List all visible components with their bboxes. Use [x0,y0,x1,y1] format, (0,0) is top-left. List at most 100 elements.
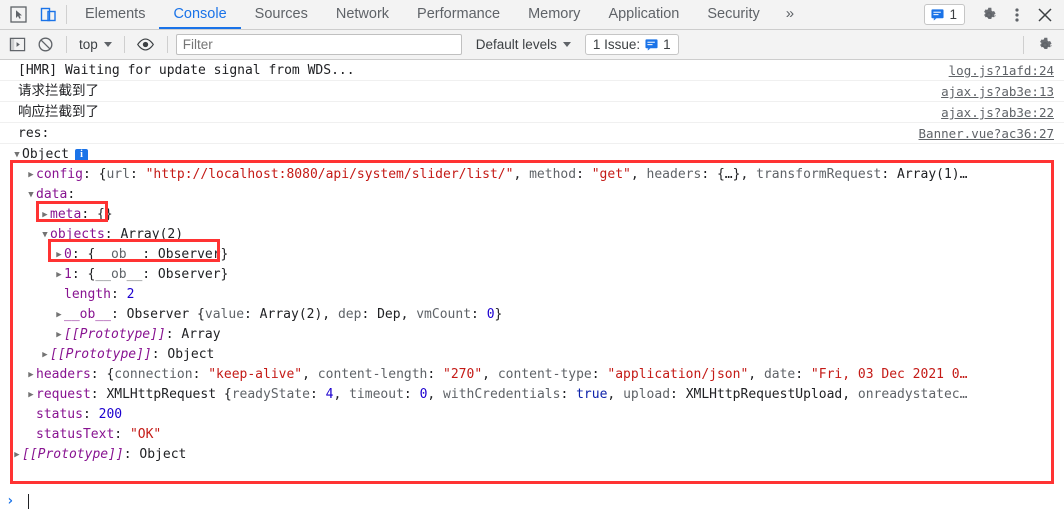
tab-elements[interactable]: Elements [71,0,159,29]
object-tree-line[interactable]: 0: {__ob__: Observer} [0,245,1064,265]
console-source-link[interactable]: ajax.js?ab3e:22 [941,104,1064,121]
log-levels-selector[interactable]: Default levels [476,37,571,52]
filter-input[interactable] [175,34,462,55]
object-tree-token: __ob__ [64,307,111,322]
object-tree-token: : [309,387,326,402]
object-tree-token: readyState [231,387,310,402]
triangle-down-icon[interactable] [40,225,50,245]
tabbar-left-icons [0,0,64,29]
device-toolbar-icon[interactable] [38,5,58,25]
close-icon[interactable] [1032,2,1058,28]
chevron-down-icon [562,42,571,47]
text-cursor [28,493,30,509]
issues-counter-chip[interactable]: 1 [924,4,965,25]
console-message-text: 响应拦截到了 [18,104,99,120]
kebab-menu-icon[interactable] [1004,2,1030,28]
object-tree-token: : Dep, [361,307,417,322]
object-tree-line[interactable]: length: 2 [0,285,1064,305]
more-tabs-chevron-icon[interactable]: » [774,0,806,29]
clear-console-icon[interactable] [32,32,58,58]
object-tree-token: content-length [317,367,428,382]
object-tree-line[interactable]: data: [0,185,1064,205]
console-output[interactable]: [HMR] Waiting for update signal from WDS… [0,60,1064,465]
triangle-right-icon[interactable] [54,325,64,345]
console-message-text: [HMR] Waiting for update signal from WDS… [18,63,355,78]
toolbar-divider-3 [166,36,168,53]
object-tree-line[interactable]: status: 200 [0,405,1064,425]
tab-sources[interactable]: Sources [241,0,322,29]
tab-console[interactable]: Console [159,0,241,29]
object-tree-token: Object [22,147,69,162]
object-tree-line[interactable]: objects: Array(2) [0,225,1064,245]
object-tree-token: : [591,367,608,382]
triangle-right-icon[interactable] [54,265,64,285]
console-prompt[interactable]: › [0,487,1064,515]
execution-context-label: top [79,37,98,52]
triangle-right-icon[interactable] [54,305,64,325]
object-tree-token: "Fri, 03 Dec 2021 0… [810,367,968,382]
console-sidebar-icon[interactable] [4,32,30,58]
chevron-down-icon [103,42,112,47]
devtools-tabbar: Elements Console Sources Network Perform… [0,0,1064,30]
triangle-right-icon[interactable] [12,445,22,465]
object-tree-token: , [630,167,647,182]
object-tree-line[interactable]: [[Prototype]]: Object [0,345,1064,365]
triangle-right-icon[interactable] [40,205,50,225]
object-tree-token: , [333,387,350,402]
execution-context-selector[interactable]: top [75,37,116,52]
object-tree-token: : { [90,367,115,382]
triangle-down-icon[interactable] [26,185,36,205]
triangle-right-icon[interactable] [26,385,36,405]
object-tree-line[interactable]: headers: {connection: "keep-alive", cont… [0,365,1064,385]
object-tree-line[interactable]: meta: {} [0,205,1064,225]
toolbar-divider-4 [1023,35,1024,54]
triangle-down-icon[interactable] [12,145,22,165]
object-tree-token: config [36,167,83,182]
object-tree-line[interactable]: [[Prototype]]: Array [0,325,1064,345]
object-tree-token: : Object [151,347,215,362]
gear-icon[interactable] [1032,32,1058,58]
triangle-right-icon[interactable] [26,365,36,385]
object-tree-line[interactable]: request: XMLHttpRequest {readyState: 4, … [0,385,1064,405]
object-tree-token: objects [50,227,105,242]
console-source-link[interactable]: log.js?1afd:24 [949,62,1064,79]
issues-toolbar-chip[interactable]: 1 Issue: 1 [584,34,679,55]
object-tree-line[interactable]: statusText: "OK" [0,425,1064,445]
toolbar-divider-2 [123,36,125,53]
live-expression-eye-icon[interactable] [133,32,159,58]
triangle-right-icon[interactable] [40,345,50,365]
triangle-right-icon[interactable] [54,245,64,265]
object-tree-line[interactable]: __ob__: Observer {value: Array(2), dep: … [0,305,1064,325]
object-tree-token: } [494,307,503,322]
object-tree-token: , [482,367,498,382]
info-badge-icon[interactable]: i [74,148,88,162]
tab-performance[interactable]: Performance [403,0,514,29]
inspect-cursor-icon[interactable] [8,5,28,25]
object-tree-token: 0 [419,387,428,402]
object-tree-token: "application/json" [607,367,749,382]
object-tree-token: : Observer} [142,247,229,262]
tab-security[interactable]: Security [693,0,773,29]
tab-network[interactable]: Network [322,0,403,29]
console-source-link[interactable]: ajax.js?ab3e:13 [941,83,1064,100]
object-tree[interactable]: Objecticonfig: {url: "http://localhost:8… [0,144,1064,465]
object-tree-token: 4 [325,387,334,402]
object-tree-line[interactable]: Objecti [0,145,1064,165]
object-tree-line[interactable]: [[Prototype]]: Object [0,445,1064,465]
gear-icon[interactable] [976,2,1002,28]
console-source-link[interactable]: Banner.vue?ac36:27 [919,125,1064,142]
tab-console-label: Console [173,5,227,22]
object-tree-token: : [471,307,487,322]
object-tree-token: value [204,307,245,322]
triangle-right-icon[interactable] [26,165,36,185]
object-tree-token: : Array(2) [104,227,184,242]
tab-sources-label: Sources [254,5,308,22]
object-tree-token: upload [623,387,671,402]
object-tree-token: 200 [98,407,123,422]
object-tree-token: 0 [64,247,72,262]
object-tree-token: : Object [123,447,187,462]
object-tree-line[interactable]: config: {url: "http://localhost:8080/api… [0,165,1064,185]
tab-memory[interactable]: Memory [514,0,594,29]
tab-application[interactable]: Application [594,0,693,29]
object-tree-line[interactable]: 1: {__ob__: Observer} [0,265,1064,285]
